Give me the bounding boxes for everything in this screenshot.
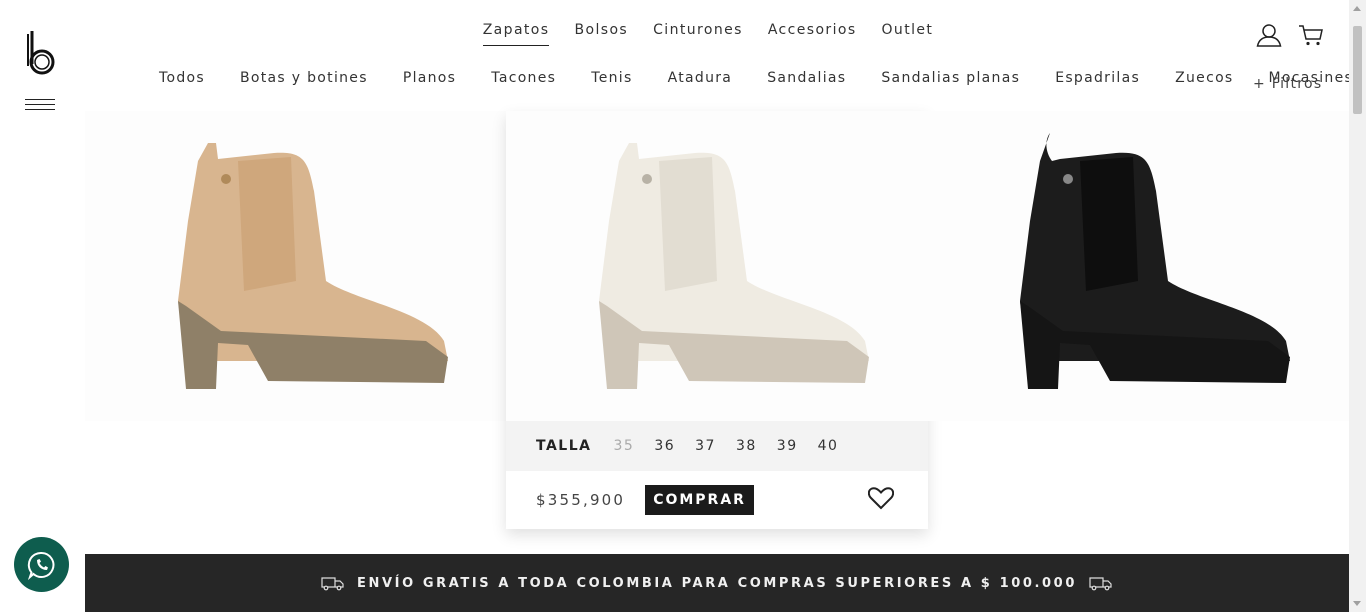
- category-planos[interactable]: Planos: [403, 70, 456, 86]
- product-image[interactable]: [506, 111, 928, 421]
- product-card[interactable]: [927, 111, 1349, 421]
- size-selector: TALLA 35 36 37 38 39 40: [506, 421, 928, 471]
- whatsapp-button[interactable]: [14, 537, 69, 592]
- product-price: $355,900: [536, 491, 626, 509]
- size-option[interactable]: 35: [613, 438, 634, 454]
- size-option[interactable]: 40: [818, 438, 839, 454]
- boot-image: [599, 143, 869, 389]
- shipping-banner: ENVÍO GRATIS A TODA COLOMBIA PARA COMPRA…: [85, 554, 1349, 612]
- truck-icon: [321, 577, 344, 591]
- category-espadrilas[interactable]: Espadrilas: [1055, 70, 1140, 86]
- user-icon[interactable]: [1256, 22, 1282, 48]
- whatsapp-icon: [27, 551, 54, 580]
- category-atadura[interactable]: Atadura: [668, 70, 733, 86]
- scrollbar-thumb[interactable]: [1353, 26, 1362, 114]
- category-sandalias[interactable]: Sandalias: [767, 70, 846, 86]
- boot-image: [1020, 133, 1290, 389]
- nav-item-cinturones[interactable]: Cinturones: [653, 22, 743, 46]
- category-todos[interactable]: Todos: [159, 70, 205, 86]
- category-tenis[interactable]: Tenis: [591, 70, 632, 86]
- nav-item-bolsos[interactable]: Bolsos: [574, 22, 628, 46]
- page: Zapatos Bolsos Cinturones Accesorios Out…: [0, 0, 1366, 612]
- product-grid: TALLA 35 36 37 38 39 40 $355,900 COMPRAR: [85, 111, 1349, 541]
- category-nav: Todos Botas y botines Planos Tacones Ten…: [159, 70, 1366, 86]
- nav-item-outlet[interactable]: Outlet: [882, 22, 934, 46]
- size-option[interactable]: 37: [695, 438, 716, 454]
- product-image[interactable]: [85, 111, 507, 421]
- cart-icon[interactable]: [1298, 22, 1324, 48]
- product-image[interactable]: [927, 111, 1349, 421]
- category-sandalias-planas[interactable]: Sandalias planas: [881, 70, 1020, 86]
- nav-item-accesorios[interactable]: Accesorios: [768, 22, 857, 46]
- truck-icon: [1089, 577, 1112, 591]
- heart-icon[interactable]: [868, 486, 894, 510]
- scrollbar[interactable]: [1349, 0, 1366, 612]
- boot-image: [178, 143, 448, 389]
- size-option[interactable]: 38: [736, 438, 757, 454]
- buy-button[interactable]: COMPRAR: [645, 485, 754, 515]
- main-nav: Zapatos Bolsos Cinturones Accesorios Out…: [0, 22, 1366, 46]
- menu-icon[interactable]: [25, 99, 55, 115]
- nav-item-zapatos[interactable]: Zapatos: [482, 22, 550, 46]
- category-tacones[interactable]: Tacones: [491, 70, 556, 86]
- product-card[interactable]: [85, 111, 507, 421]
- shipping-text: ENVÍO GRATIS A TODA COLOMBIA PARA COMPRA…: [357, 575, 1077, 591]
- buy-row: $355,900 COMPRAR: [506, 471, 928, 529]
- filters-button[interactable]: + Filtros: [1253, 76, 1323, 92]
- size-label: TALLA: [536, 438, 592, 454]
- category-botas-y-botines[interactable]: Botas y botines: [240, 70, 368, 86]
- scroll-down-icon[interactable]: [1353, 601, 1361, 606]
- header-icons: [1256, 22, 1324, 48]
- size-option[interactable]: 39: [777, 438, 798, 454]
- scroll-up-icon[interactable]: [1353, 6, 1361, 11]
- category-zuecos[interactable]: Zuecos: [1175, 70, 1233, 86]
- size-option[interactable]: 36: [654, 438, 675, 454]
- product-card-active[interactable]: TALLA 35 36 37 38 39 40 $355,900 COMPRAR: [506, 111, 928, 529]
